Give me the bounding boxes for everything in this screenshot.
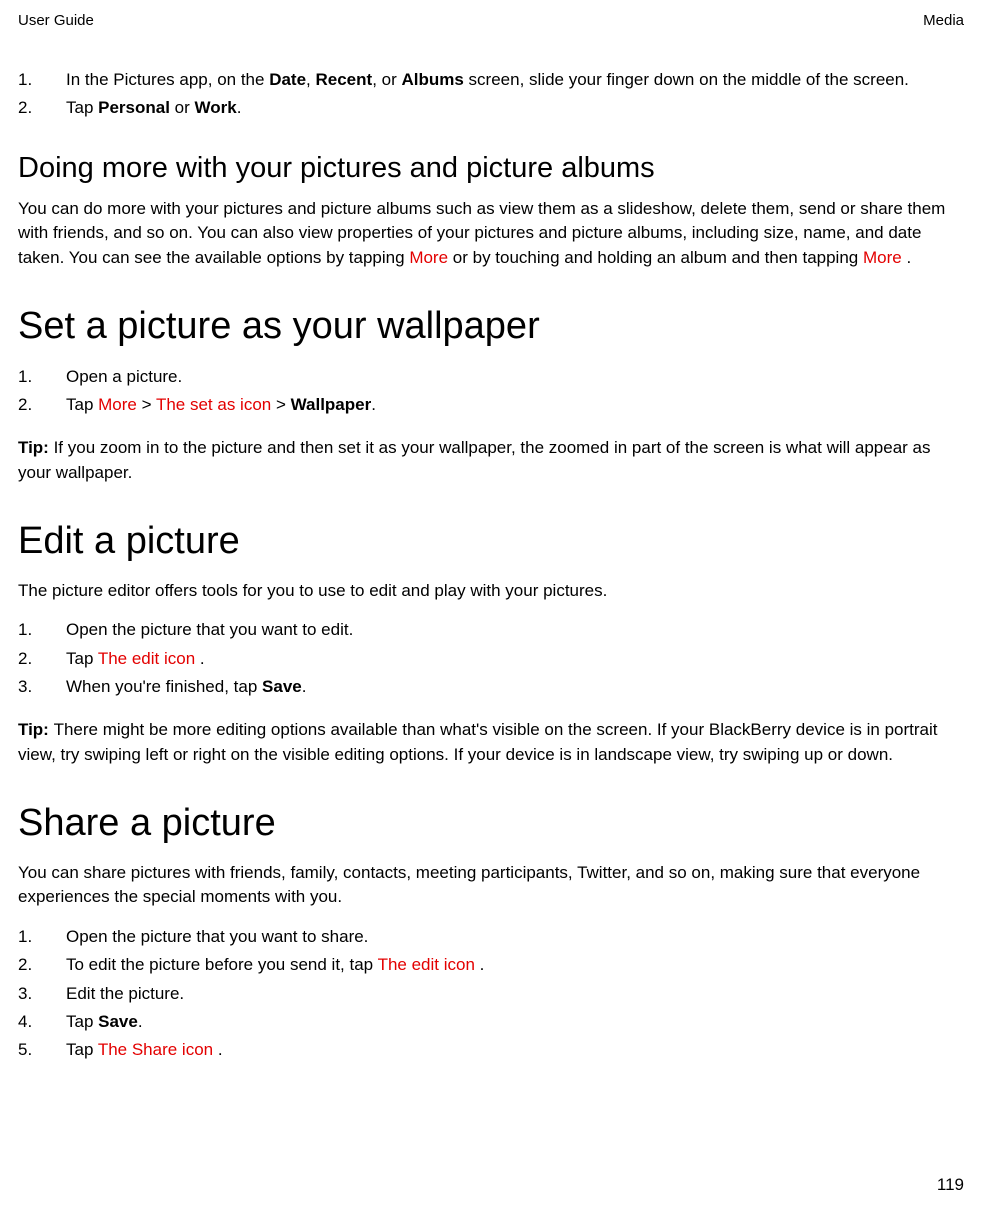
list-item: 2.To edit the picture before you send it… — [18, 952, 964, 978]
header-left: User Guide — [18, 12, 94, 29]
text-run: . — [302, 677, 307, 696]
text-run: Tap — [66, 98, 98, 117]
list-content: Open the picture that you want to edit. — [66, 617, 964, 643]
text-run: When you're finished, tap — [66, 677, 262, 696]
text-run: To edit the picture before you send it, … — [66, 955, 378, 974]
list-3: 1.Open the picture that you want to edit… — [18, 617, 964, 700]
text-run: Open the picture that you want to edit. — [66, 620, 353, 639]
text-run: . — [475, 955, 484, 974]
heading-doing-more: Doing more with your pictures and pictur… — [18, 152, 964, 185]
text-run: Save — [262, 677, 302, 696]
text-run: or by touching and holding an album and … — [448, 248, 863, 267]
text-run: . — [902, 248, 911, 267]
heading-set-wallpaper: Set a picture as your wallpaper — [18, 305, 964, 348]
list-item: 4.Tap Save. — [18, 1009, 964, 1035]
heading-share-picture: Share a picture — [18, 802, 964, 845]
text-run: Tip: — [18, 438, 54, 457]
list-4: 1.Open the picture that you want to shar… — [18, 924, 964, 1064]
text-run: Tap — [66, 1040, 98, 1059]
text-run: Open the picture that you want to share. — [66, 927, 368, 946]
para-share-intro: You can share pictures with friends, fam… — [18, 861, 964, 910]
page-number: 119 — [937, 1175, 964, 1195]
list-number: 1. — [18, 364, 66, 390]
text-run: Albums — [401, 70, 463, 89]
list-1: 1.In the Pictures app, on the Date, Rece… — [18, 67, 964, 122]
text-run: More — [409, 248, 448, 267]
text-run: Tap — [66, 649, 98, 668]
list-item: 3.When you're finished, tap Save. — [18, 674, 964, 700]
list-content: Tap The edit icon . — [66, 646, 964, 672]
list-item: 1.Open the picture that you want to edit… — [18, 617, 964, 643]
list-number: 1. — [18, 924, 66, 950]
text-run: There might be more editing options avai… — [18, 720, 938, 764]
text-run: > — [271, 395, 290, 414]
text-run: . — [371, 395, 376, 414]
text-run: Tip: — [18, 720, 54, 739]
page-header: User Guide Media — [18, 12, 964, 29]
text-run: , — [306, 70, 315, 89]
list-number: 1. — [18, 617, 66, 643]
list-number: 2. — [18, 646, 66, 672]
list-number: 2. — [18, 95, 66, 121]
text-run: or — [170, 98, 195, 117]
text-run: If you zoom in to the picture and then s… — [18, 438, 931, 482]
list-content: In the Pictures app, on the Date, Recent… — [66, 67, 964, 93]
text-run: Tap — [66, 1012, 98, 1031]
text-run: screen, slide your finger down on the mi… — [464, 70, 909, 89]
list-content: Open the picture that you want to share. — [66, 924, 964, 950]
text-run: The edit icon — [98, 649, 195, 668]
para-edit-intro: The picture editor offers tools for you … — [18, 579, 964, 604]
text-run: In the Pictures app, on the — [66, 70, 269, 89]
text-run: . — [138, 1012, 143, 1031]
text-run: More — [98, 395, 137, 414]
list-content: Edit the picture. — [66, 981, 964, 1007]
list-item: 1.Open a picture. — [18, 364, 964, 390]
list-number: 2. — [18, 392, 66, 418]
list-content: To edit the picture before you send it, … — [66, 952, 964, 978]
text-run: Wallpaper — [291, 395, 372, 414]
text-run: > — [137, 395, 156, 414]
list-number: 5. — [18, 1037, 66, 1063]
text-run: The edit icon — [378, 955, 475, 974]
list-content: Tap The Share icon . — [66, 1037, 964, 1063]
text-run: Open a picture. — [66, 367, 182, 386]
text-run: Personal — [98, 98, 170, 117]
list-item: 2.Tap Personal or Work. — [18, 95, 964, 121]
header-right: Media — [923, 12, 964, 29]
list-number: 1. — [18, 67, 66, 93]
list-number: 3. — [18, 674, 66, 700]
list-content: When you're finished, tap Save. — [66, 674, 964, 700]
text-run: . — [195, 649, 204, 668]
tip-edit: Tip: There might be more editing options… — [18, 718, 964, 767]
list-number: 4. — [18, 1009, 66, 1035]
tip-wallpaper: Tip: If you zoom in to the picture and t… — [18, 436, 964, 485]
text-run: Save — [98, 1012, 138, 1031]
text-run: Date — [269, 70, 306, 89]
text-run: The set as icon — [156, 395, 271, 414]
text-run: . — [237, 98, 242, 117]
text-run: Work — [195, 98, 237, 117]
list-item: 1.In the Pictures app, on the Date, Rece… — [18, 67, 964, 93]
text-run: More — [863, 248, 902, 267]
text-run: , or — [372, 70, 401, 89]
para-doing-more: You can do more with your pictures and p… — [18, 197, 964, 271]
list-content: Tap Personal or Work. — [66, 95, 964, 121]
list-item: 3.Edit the picture. — [18, 981, 964, 1007]
list-item: 2.Tap The edit icon . — [18, 646, 964, 672]
list-content: Tap More > The set as icon > Wallpaper. — [66, 392, 964, 418]
text-run: Tap — [66, 395, 98, 414]
list-content: Tap Save. — [66, 1009, 964, 1035]
list-number: 2. — [18, 952, 66, 978]
text-run: The Share icon — [98, 1040, 213, 1059]
list-2: 1.Open a picture.2.Tap More > The set as… — [18, 364, 964, 419]
list-item: 2.Tap More > The set as icon > Wallpaper… — [18, 392, 964, 418]
heading-edit-picture: Edit a picture — [18, 520, 964, 563]
list-item: 5.Tap The Share icon . — [18, 1037, 964, 1063]
list-item: 1.Open the picture that you want to shar… — [18, 924, 964, 950]
text-run: . — [213, 1040, 222, 1059]
list-content: Open a picture. — [66, 364, 964, 390]
text-run: Edit the picture. — [66, 984, 184, 1003]
list-number: 3. — [18, 981, 66, 1007]
text-run: Recent — [316, 70, 373, 89]
